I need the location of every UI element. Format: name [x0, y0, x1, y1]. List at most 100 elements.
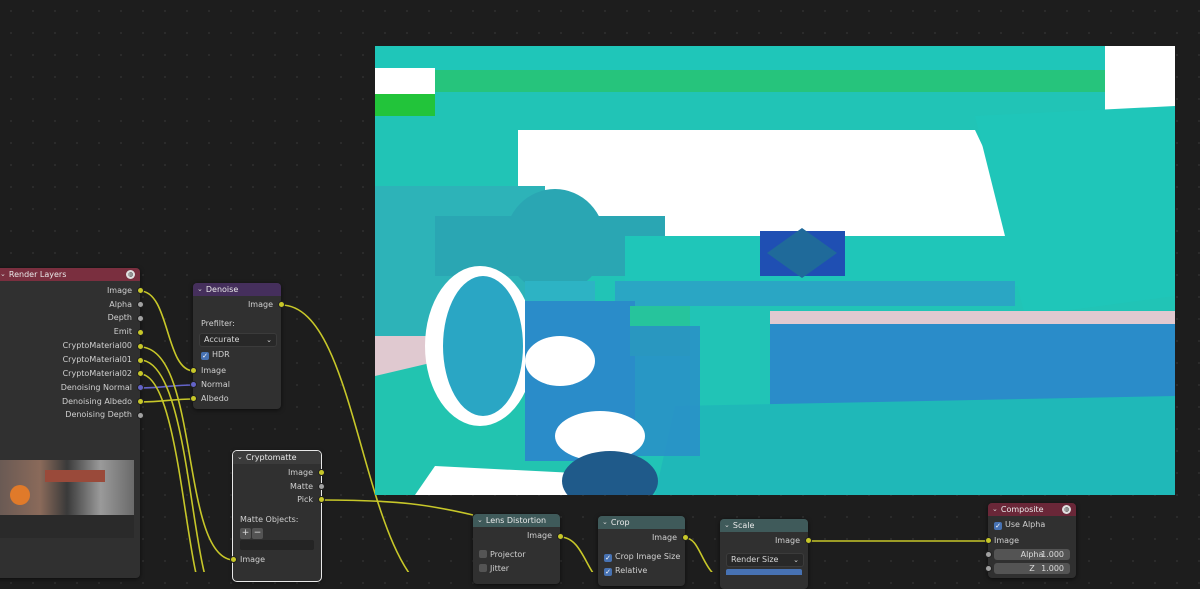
socket-denoising-depth[interactable]: [138, 413, 143, 418]
socket-crypto-image-out[interactable]: [319, 470, 324, 475]
render-layers-header[interactable]: ⌄ Render Layers ◍: [0, 268, 140, 281]
link-rl-albedo-denoise: [139, 398, 195, 403]
remove-matte-button[interactable]: −: [252, 528, 263, 539]
collapse-chevron-icon[interactable]: ⌄: [237, 451, 243, 464]
socket-alpha[interactable]: [138, 302, 143, 307]
link-pick: [320, 499, 474, 516]
socket-denoise-image-in[interactable]: [191, 368, 196, 373]
output-label: Denoising Albedo: [61, 397, 132, 406]
projector-checkbox[interactable]: Projector: [479, 549, 526, 561]
socket-denoise-image-out[interactable]: [279, 302, 284, 307]
lens-distortion-header[interactable]: ⌄ Lens Distortion: [473, 514, 560, 527]
checkmark-icon: ✓: [994, 522, 1002, 530]
collapse-chevron-icon[interactable]: ⌄: [197, 283, 203, 296]
scene-globe-icon[interactable]: ◍: [1062, 505, 1071, 514]
output-label: Image: [106, 286, 132, 295]
scale-node[interactable]: ⌄ Scale Image Render Size ⌄: [720, 519, 808, 589]
denoise-header[interactable]: ⌄ Denoise: [193, 283, 281, 296]
socket-composite-z-in[interactable]: [986, 566, 991, 571]
chevron-down-icon: ⌄: [793, 556, 799, 564]
collapse-chevron-icon[interactable]: ⌄: [602, 516, 608, 529]
socket-denoise-normal-in[interactable]: [191, 382, 196, 387]
input-label: Image: [994, 536, 1020, 545]
collapse-chevron-icon[interactable]: ⌄: [724, 519, 730, 532]
denoise-node[interactable]: ⌄ Denoise Image Prefilter: Accurate ⌄ ✓ H…: [193, 283, 281, 409]
socket-crypto-matte-out[interactable]: [319, 484, 324, 489]
z-field[interactable]: Z 1.000: [994, 563, 1070, 574]
alpha-value: 1.000: [1041, 550, 1064, 559]
z-value: 1.000: [1041, 564, 1064, 573]
hdr-checkbox[interactable]: ✓ HDR: [201, 349, 230, 361]
socket-denoising-albedo[interactable]: [138, 399, 143, 404]
composite-title: Composite: [1000, 505, 1044, 514]
crop-node[interactable]: ⌄ Crop Image ✓ Crop Image Size ✓ Relative: [598, 516, 685, 586]
input-label: Albedo: [201, 394, 229, 403]
use-alpha-label: Use Alpha: [1005, 520, 1046, 529]
output-label: Denoising Normal: [60, 383, 132, 392]
socket-crypto00[interactable]: [138, 344, 143, 349]
cryptomatte-header[interactable]: ⌄ Cryptomatte: [233, 451, 321, 464]
output-label: Matte: [290, 482, 313, 491]
matte-objects-label: Matte Objects:: [240, 515, 299, 524]
link-lens-crop: [559, 536, 594, 572]
socket-denoising-normal[interactable]: [138, 385, 143, 390]
socket-crypto02[interactable]: [138, 371, 143, 376]
composite-header[interactable]: ⌄ Composite ◍: [988, 503, 1076, 516]
denoise-title: Denoise: [205, 285, 239, 294]
scale-mode-value: Render Size: [731, 555, 779, 564]
socket-denoise-albedo-in[interactable]: [191, 396, 196, 401]
crop-header[interactable]: ⌄ Crop: [598, 516, 685, 529]
output-label: Image: [526, 531, 552, 540]
output-label: Emit: [113, 327, 132, 336]
input-label: Normal: [201, 380, 230, 389]
collapse-chevron-icon[interactable]: ⌄: [992, 503, 998, 516]
socket-scale-image-out[interactable]: [806, 538, 811, 543]
output-label: CryptoMaterial00: [62, 341, 132, 350]
output-label: Alpha: [109, 300, 132, 309]
output-label: Pick: [297, 495, 313, 504]
lens-distortion-title: Lens Distortion: [485, 516, 547, 525]
output-label: Image: [247, 300, 273, 309]
scale-mode-dropdown[interactable]: Render Size ⌄: [726, 553, 804, 567]
cryptomatte-node[interactable]: ⌄ Cryptomatte Image Matte Pick Matte Obj…: [232, 450, 322, 582]
render-layers-title: Render Layers: [8, 270, 67, 279]
socket-crypto01[interactable]: [138, 358, 143, 363]
render-layers-node[interactable]: ⌄ Render Layers ◍ Image Alpha Depth Emit…: [0, 268, 140, 578]
socket-crop-image-out[interactable]: [683, 535, 688, 540]
scale-header[interactable]: ⌄ Scale: [720, 519, 808, 532]
socket-crypto-pick-out[interactable]: [319, 497, 324, 502]
output-label: Depth: [107, 313, 132, 322]
input-label: Image: [201, 366, 227, 375]
use-alpha-checkbox[interactable]: ✓ Use Alpha: [994, 519, 1045, 531]
socket-crypto-image-in[interactable]: [231, 557, 236, 562]
add-matte-button[interactable]: +: [240, 528, 251, 539]
prefilter-dropdown[interactable]: Accurate ⌄: [199, 333, 277, 347]
socket-lens-image-out[interactable]: [558, 534, 563, 539]
composite-node[interactable]: ⌄ Composite ◍ ✓ Use Alpha Image Alpha 1.0…: [988, 503, 1076, 578]
socket-image[interactable]: [138, 288, 143, 293]
relative-label: Relative: [615, 566, 648, 575]
collapse-chevron-icon[interactable]: ⌄: [477, 514, 483, 527]
relative-checkbox[interactable]: ✓ Relative: [604, 565, 647, 577]
output-label: Denoising Depth: [65, 410, 132, 419]
chevron-down-icon: ⌄: [266, 336, 272, 344]
prefilter-value: Accurate: [204, 335, 240, 344]
output-label: Image: [651, 533, 677, 542]
render-preview-thumbnail: [0, 460, 134, 538]
viewer-backdrop-image: [375, 46, 1175, 495]
collapse-chevron-icon[interactable]: ⌄: [0, 268, 6, 281]
scale-title: Scale: [732, 521, 755, 530]
matte-objects-field[interactable]: [240, 540, 314, 550]
scale-space-toggle[interactable]: [726, 569, 802, 575]
prefilter-label: Prefilter:: [201, 319, 235, 328]
scene-globe-icon[interactable]: ◍: [126, 270, 135, 279]
jitter-checkbox[interactable]: Jitter: [479, 563, 509, 575]
alpha-field[interactable]: Alpha 1.000: [994, 549, 1070, 560]
checkmark-icon: ✓: [201, 352, 209, 360]
lens-distortion-node[interactable]: ⌄ Lens Distortion Image Projector Jitter: [473, 514, 560, 584]
socket-composite-image-in[interactable]: [986, 538, 991, 543]
socket-emit[interactable]: [138, 330, 143, 335]
crop-image-size-checkbox[interactable]: ✓ Crop Image Size: [604, 551, 680, 563]
socket-composite-alpha-in[interactable]: [986, 552, 991, 557]
socket-depth[interactable]: [138, 316, 143, 321]
